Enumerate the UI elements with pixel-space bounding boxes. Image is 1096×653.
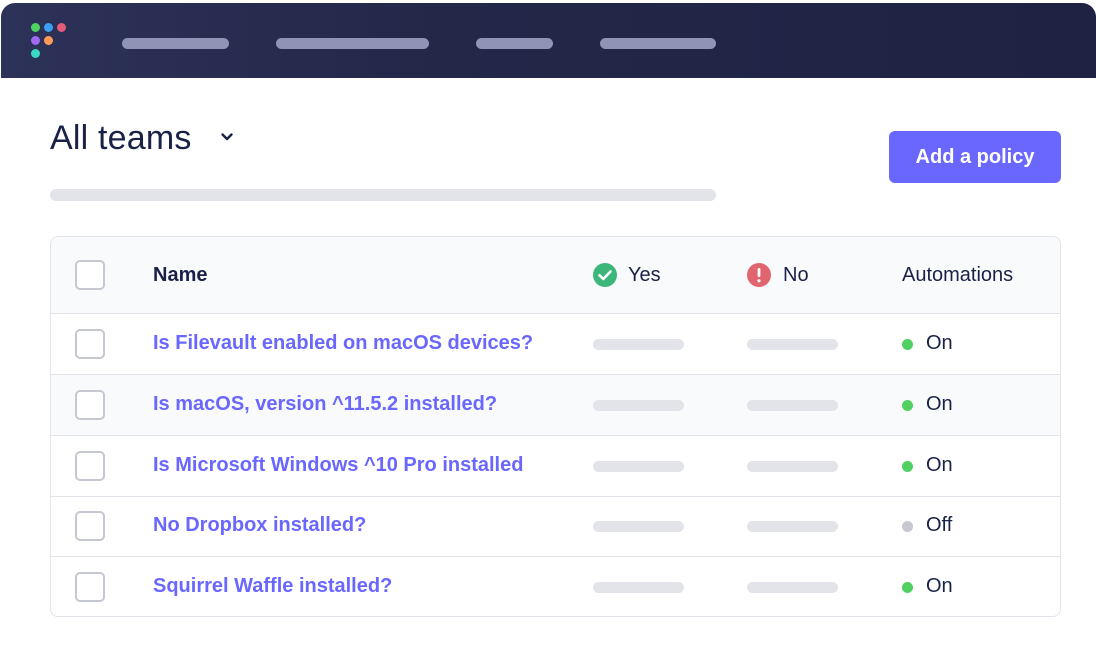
- status-off-icon: [902, 521, 913, 532]
- policy-name-link[interactable]: Squirrel Waffle installed?: [153, 574, 392, 598]
- policy-name-link[interactable]: No Dropbox installed?: [153, 513, 366, 537]
- table-row: No Dropbox installed? Off: [51, 496, 1060, 557]
- no-count-placeholder: [747, 582, 838, 593]
- no-count-placeholder: [747, 461, 838, 472]
- policy-name-link[interactable]: Is Microsoft Windows ^10 Pro installed: [153, 453, 523, 477]
- logo-dot: [44, 36, 53, 45]
- yes-count-placeholder: [593, 339, 684, 350]
- nav-item-placeholder[interactable]: [276, 38, 429, 49]
- no-count-placeholder: [747, 400, 838, 411]
- automation-status: On: [926, 575, 953, 597]
- automation-status: Off: [926, 514, 953, 536]
- status-on-icon: [902, 461, 913, 472]
- column-header-no[interactable]: No: [783, 263, 809, 287]
- no-count-placeholder: [747, 339, 838, 350]
- table-row: Squirrel Waffle installed? On: [51, 557, 1060, 616]
- yes-count-placeholder: [593, 461, 684, 472]
- check-circle-icon: [593, 263, 617, 287]
- table-row: Is macOS, version ^11.5.2 installed? On: [51, 375, 1060, 436]
- row-checkbox[interactable]: [75, 511, 105, 541]
- logo-dot: [44, 23, 53, 32]
- automation-status: On: [926, 332, 953, 354]
- row-checkbox[interactable]: [75, 572, 105, 602]
- chevron-down-icon[interactable]: [219, 129, 235, 145]
- row-checkbox[interactable]: [75, 390, 105, 420]
- nav-item-placeholder[interactable]: [600, 38, 716, 49]
- logo-dot: [57, 23, 66, 32]
- logo-dot: [31, 23, 40, 32]
- logo-dot: [31, 36, 40, 45]
- fleet-logo[interactable]: [31, 23, 71, 63]
- status-on-icon: [902, 339, 913, 350]
- policies-table: Name Yes No Automations Is Filevault ena…: [50, 236, 1061, 617]
- select-all-checkbox[interactable]: [75, 260, 105, 290]
- yes-count-placeholder: [593, 582, 684, 593]
- yes-count-placeholder: [593, 400, 684, 411]
- add-policy-button[interactable]: Add a policy: [889, 131, 1061, 183]
- logo-dot: [31, 49, 40, 58]
- policy-name-link[interactable]: Is macOS, version ^11.5.2 installed?: [153, 392, 497, 416]
- automation-status: On: [926, 393, 953, 415]
- description-placeholder: [50, 189, 716, 201]
- no-count-placeholder: [747, 521, 838, 532]
- table-header: Name Yes No Automations: [51, 237, 1060, 314]
- team-selector-title[interactable]: All teams: [50, 117, 192, 159]
- yes-count-placeholder: [593, 521, 684, 532]
- status-on-icon: [902, 582, 913, 593]
- column-header-yes[interactable]: Yes: [628, 263, 661, 287]
- row-checkbox[interactable]: [75, 329, 105, 359]
- column-header-name[interactable]: Name: [153, 263, 207, 287]
- policy-name-link[interactable]: Is Filevault enabled on macOS devices?: [153, 331, 533, 355]
- status-on-icon: [902, 400, 913, 411]
- error-circle-icon: [747, 263, 771, 287]
- column-header-automations[interactable]: Automations: [902, 263, 1013, 287]
- automation-status: On: [926, 454, 953, 476]
- nav-item-placeholder[interactable]: [122, 38, 229, 49]
- nav-item-placeholder[interactable]: [476, 38, 553, 49]
- top-navigation-bar: [1, 3, 1096, 78]
- table-row: Is Filevault enabled on macOS devices? O…: [51, 314, 1060, 375]
- table-row: Is Microsoft Windows ^10 Pro installed O…: [51, 436, 1060, 497]
- row-checkbox[interactable]: [75, 451, 105, 481]
